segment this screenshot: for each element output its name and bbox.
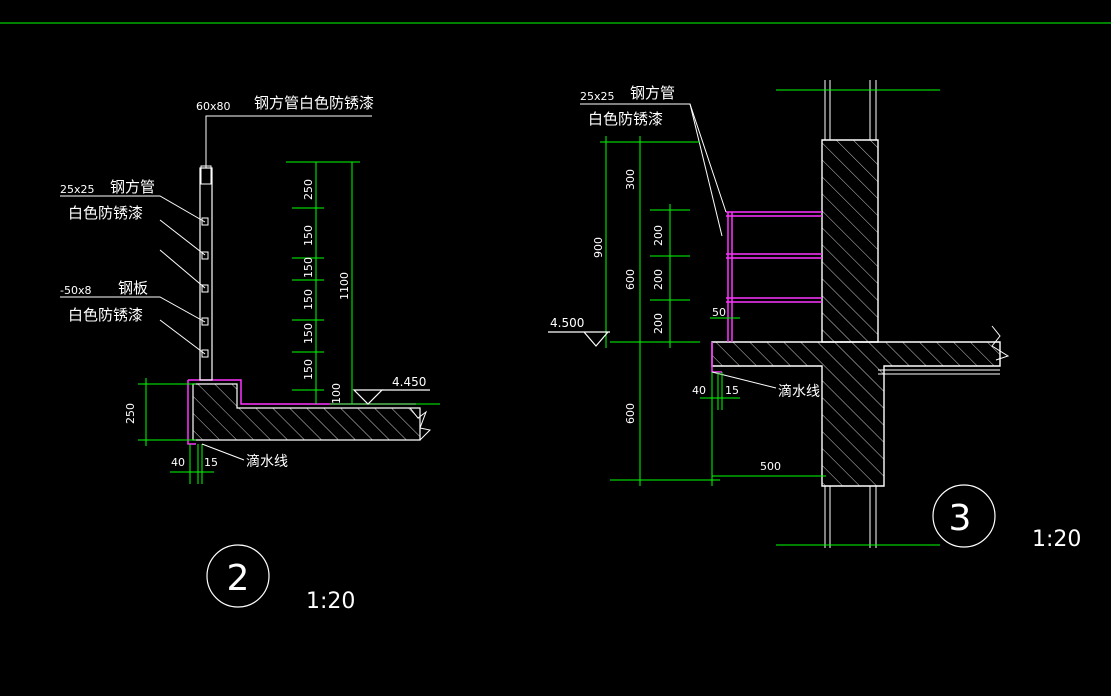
detail3-elevation: 4.500 [550, 316, 584, 330]
detail2-drip-label: 滴水线 [246, 453, 288, 470]
detail2-scale: 1:20 [306, 589, 355, 614]
detail2-callout-b-size: -50x8 [60, 284, 91, 297]
detail2-dim-15: 15 [204, 456, 218, 469]
detail3-wall-upper [821, 139, 879, 343]
detail3-dim-600: 600 [624, 269, 637, 290]
detail2-top-callout-label: 钢方管白色防锈漆 [254, 94, 374, 112]
detail2-dim-slab: 250 [124, 403, 137, 424]
detail2-callout-a-size: 25x25 [60, 183, 95, 196]
detail3-dim-600-below: 600 [624, 403, 637, 424]
detail3-callout-line2: 白色防锈漆 [588, 110, 663, 128]
detail2-elevation: 4.450 [392, 375, 426, 389]
detail2-post [199, 167, 213, 381]
detail3-dim-900: 900 [592, 237, 605, 258]
cad-drawing-canvas: 60x80 钢方管白色防锈漆 25x25 钢方管 白色防锈漆 -50x8 钢板 … [0, 22, 1111, 614]
detail2-dim-100: 100 [330, 383, 343, 404]
detail3-callout-size: 25x25 [580, 90, 615, 103]
detail2-dim-1100: 1100 [338, 272, 351, 300]
detail3-dim-labels: 300 600 900 200 200 200 600 [592, 169, 665, 424]
detail3-elevation-marker [583, 331, 609, 347]
detail2-callout-b-line2: 白色防锈漆 [68, 306, 143, 324]
detail2-dim-40: 40 [171, 456, 185, 469]
detail3-dim-200-b: 200 [652, 269, 665, 290]
detail3-slab-beam [711, 341, 1001, 487]
detail2-dim-150-b: 150 [302, 257, 315, 278]
detail2-dim-250: 250 [302, 179, 315, 200]
detail-2: 60x80 钢方管白色防锈漆 25x25 钢方管 白色防锈漆 -50x8 钢板 … [60, 94, 440, 614]
detail2-slab-section [192, 383, 421, 441]
detail3-dim-200-c: 200 [652, 313, 665, 334]
detail2-top-callout-size: 60x80 [196, 100, 231, 113]
detail3-number: 3 [949, 498, 972, 539]
detail3-dim-50: 50 [712, 306, 726, 319]
detail2-dim-150-d: 150 [302, 323, 315, 344]
detail2-callout-a-line2: 白色防锈漆 [68, 204, 143, 222]
detail2-dim-150-a: 150 [302, 225, 315, 246]
detail3-dim-15: 15 [725, 384, 739, 397]
detail3-callout-line1: 钢方管 [630, 84, 675, 102]
detail3-scale: 1:20 [1032, 527, 1081, 552]
detail3-dim-40: 40 [692, 384, 706, 397]
detail2-number: 2 [227, 558, 250, 599]
detail2-callout-b-line1: 钢板 [118, 279, 148, 297]
detail3-dim-500: 500 [760, 460, 781, 473]
detail2-dim-150-c: 150 [302, 289, 315, 310]
detail3-drip-label: 滴水线 [778, 383, 820, 400]
detail3-dim-300: 300 [624, 169, 637, 190]
detail3-dim-200-a: 200 [652, 225, 665, 246]
detail2-dim-150-e: 150 [302, 359, 315, 380]
detail2-elevation-marker [352, 389, 384, 405]
detail-3: 25x25 钢方管 白色防锈漆 300 600 900 200 200 200 … [548, 80, 1081, 552]
detail2-callout-a-line1: 钢方管 [110, 178, 155, 196]
